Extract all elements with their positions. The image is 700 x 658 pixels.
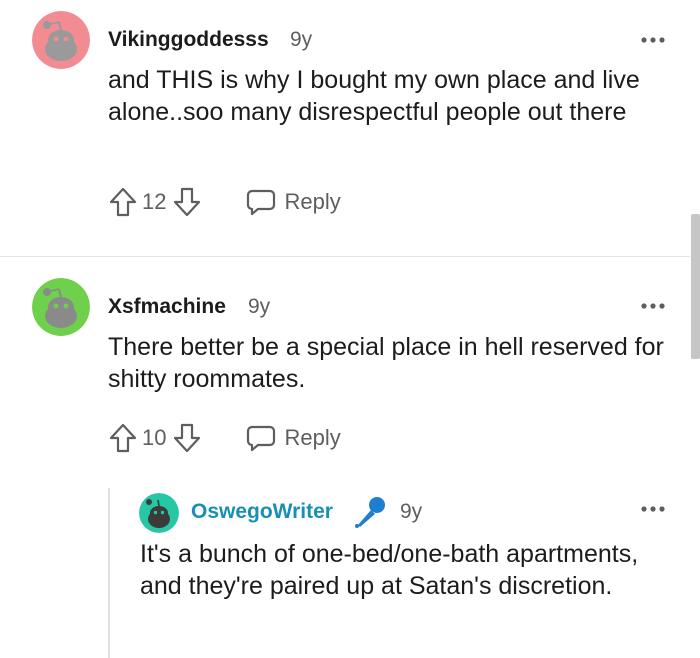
username[interactable]: Vikinggoddesss bbox=[108, 28, 269, 52]
comment-body: It's a bunch of one-bed/one-bath apartme… bbox=[140, 540, 639, 600]
comment-vikinggoddesss: Vikinggoddesss 9y and THIS is why I boug… bbox=[0, 0, 700, 256]
scrollbar[interactable] bbox=[691, 214, 700, 359]
more-options-button[interactable] bbox=[640, 296, 668, 316]
user-flair bbox=[352, 494, 388, 530]
username[interactable]: Xsfmachine bbox=[108, 295, 226, 319]
downvote-arrow-icon[interactable] bbox=[172, 186, 202, 218]
more-options-icon bbox=[641, 303, 665, 309]
avatar[interactable] bbox=[32, 11, 90, 69]
more-options-button[interactable] bbox=[640, 30, 668, 50]
comment-oswegowriter: OswegoWriter 9y It's a bunch of one-bed/… bbox=[0, 486, 700, 658]
microphone-icon bbox=[355, 497, 385, 528]
reply-label: Reply bbox=[284, 425, 341, 450]
comment-age: 9y bbox=[248, 295, 271, 318]
speech-bubble-icon bbox=[247, 425, 276, 452]
avatar[interactable] bbox=[32, 278, 90, 336]
comment-age: 9y bbox=[290, 28, 313, 51]
snoo-avatar-icon bbox=[32, 11, 90, 69]
reply-label: Reply bbox=[284, 189, 341, 214]
reply-button[interactable]: Reply bbox=[246, 423, 341, 453]
comment-body: There better be a special place in hell … bbox=[108, 333, 664, 393]
avatar[interactable] bbox=[139, 493, 179, 533]
speech-bubble-icon bbox=[247, 189, 276, 216]
vote-score: 10 bbox=[142, 425, 167, 450]
comment-xsfmachine: Xsfmachine 9y There better be a special … bbox=[0, 256, 700, 486]
vote-score: 12 bbox=[142, 189, 167, 214]
upvote-arrow-icon[interactable] bbox=[108, 186, 138, 218]
snoo-avatar-icon bbox=[32, 278, 90, 336]
comment-actions: 12 Reply bbox=[108, 184, 341, 220]
more-options-icon bbox=[641, 37, 665, 43]
more-options-button[interactable] bbox=[640, 499, 668, 519]
upvote-arrow-icon[interactable] bbox=[108, 422, 138, 454]
snoo-avatar-icon bbox=[139, 493, 179, 533]
comment-actions: 10 Reply bbox=[108, 420, 341, 456]
comment-age: 9y bbox=[400, 500, 423, 523]
downvote-arrow-icon[interactable] bbox=[172, 422, 202, 454]
username[interactable]: OswegoWriter bbox=[191, 500, 333, 524]
reply-button[interactable]: Reply bbox=[246, 187, 341, 217]
more-options-icon bbox=[641, 506, 665, 512]
comment-body: and THIS is why I bought my own place an… bbox=[108, 66, 640, 126]
